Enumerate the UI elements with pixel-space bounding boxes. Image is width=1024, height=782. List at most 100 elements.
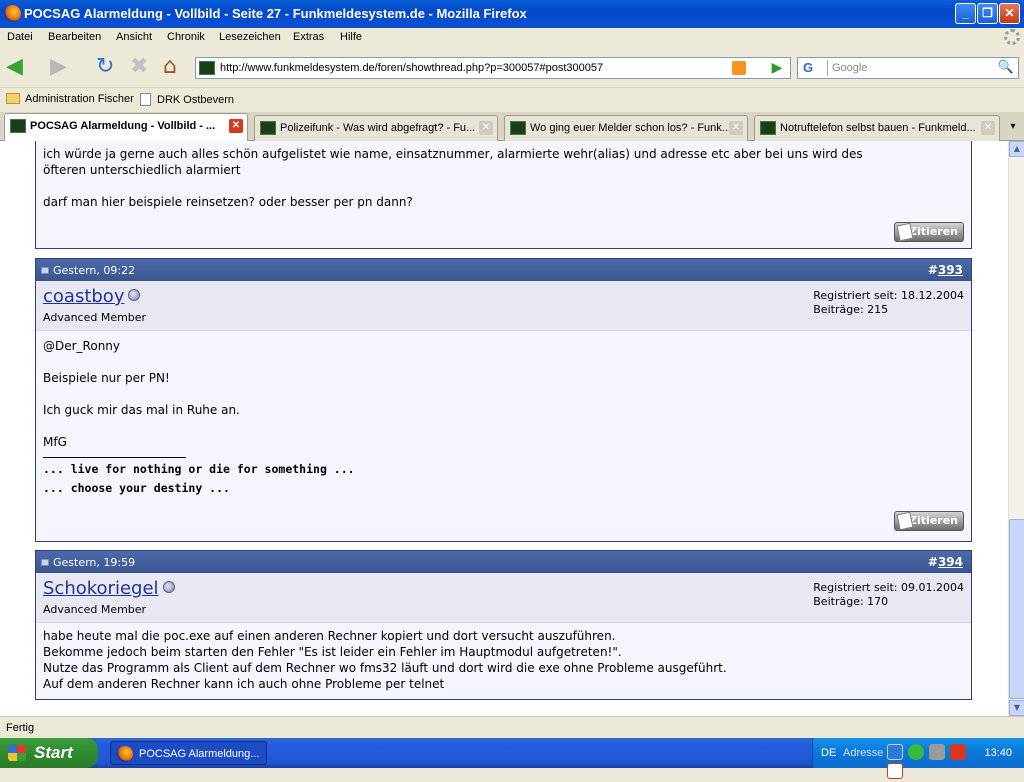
window-title-bar[interactable]: POCSAG Alarmeldung - Vollbild - Seite 27… — [0, 0, 1024, 28]
bookmark-administration-fischer[interactable]: Administration Fischer — [6, 93, 134, 105]
vertical-scrollbar[interactable]: ▲ ▼ — [1008, 141, 1024, 716]
post-date: Gestern, 09:22 — [53, 264, 136, 277]
quote-icon — [896, 222, 914, 242]
maximize-button[interactable]: ❐ — [977, 3, 998, 24]
bookmark-label: Administration Fischer — [25, 93, 134, 105]
search-input[interactable]: Google — [832, 62, 867, 74]
menu-bar: Datei Bearbeiten Ansicht Chronik Lesezei… — [0, 28, 1024, 48]
back-icon[interactable]: ◀ — [6, 55, 23, 81]
language-indicator[interactable]: DE — [821, 747, 836, 759]
post-number-link[interactable]: 393 — [938, 263, 963, 277]
tab-polizeifunk[interactable]: Polizeifunk - Was wird abgefragt? - Fu..… — [254, 115, 498, 141]
tray-settings-icon[interactable] — [929, 744, 946, 760]
stop-icon[interactable]: ✖ — [130, 55, 148, 81]
go-icon[interactable]: ▶ — [768, 59, 786, 77]
post-previous: ich würde ja gerne auch alles schön aufg… — [35, 141, 972, 249]
forward-icon[interactable]: ▶ — [50, 55, 67, 81]
start-label: Start — [34, 743, 73, 762]
page-icon — [140, 93, 151, 106]
menu-lesezeichen[interactable]: Lesezeichen — [219, 31, 281, 43]
registered-date: Registriert seit: 09.01.2004 — [813, 581, 964, 594]
tray-icons — [887, 744, 977, 779]
firefox-icon — [4, 5, 21, 22]
user-info: Schokoriegel Advanced Member Registriert… — [36, 573, 971, 623]
menu-bearbeiten[interactable]: Bearbeiten — [48, 31, 101, 43]
post-hash: # — [927, 263, 938, 277]
post-text-line: Nutze das Programm als Client auf dem Re… — [43, 661, 727, 675]
search-icon[interactable]: 🔍 — [996, 59, 1016, 77]
tab-list-icon[interactable]: ▾ — [1004, 116, 1022, 138]
address-toolbar-label[interactable]: Adresse — [843, 747, 883, 759]
signature-line: ... choose your destiny ... — [43, 481, 230, 495]
quote-button[interactable]: Zitieren — [894, 511, 964, 531]
reload-icon[interactable]: ↻ — [96, 55, 114, 81]
tab-pocsag[interactable]: POCSAG Alarmeldung - Vollbild - ... ✕ — [4, 113, 248, 141]
tab-close-icon[interactable]: ✕ — [479, 121, 493, 135]
post-date: Gestern, 19:59 — [53, 556, 136, 569]
post-header: Gestern, 19:59 #394 — [36, 551, 971, 573]
scroll-down-icon[interactable]: ▼ — [1009, 700, 1024, 716]
taskbar-item-firefox[interactable]: POCSAG Alarmeldung... — [110, 741, 267, 765]
registered-date: Registriert seit: 18.12.2004 — [813, 289, 964, 302]
tab-close-icon[interactable]: ✕ — [229, 119, 243, 133]
user-title: Advanced Member — [43, 603, 147, 616]
post-header: Gestern, 09:22 #393 — [36, 259, 971, 281]
search-engine-icon[interactable]: G — [800, 60, 828, 76]
tab-label: Notruftelefon selbst bauen - Funkmeld... — [780, 122, 976, 134]
post-icon — [41, 267, 49, 274]
user-stats: Registriert seit: 09.01.2004 Beiträge: 1… — [813, 581, 964, 609]
menu-extras[interactable]: Extras — [293, 31, 324, 43]
signature-line: ... live for nothing or die for somethin… — [43, 462, 355, 476]
post-text-line: habe heute mal die poc.exe auf einen and… — [43, 629, 616, 643]
tab-close-icon[interactable]: ✕ — [729, 121, 743, 135]
tray-antivirus-icon[interactable] — [887, 763, 903, 779]
url-bar[interactable]: http://www.funkmeldesystem.de/foren/show… — [195, 57, 791, 79]
folder-icon — [6, 93, 20, 104]
tab-close-icon[interactable]: ✕ — [981, 121, 995, 135]
close-button[interactable]: ✕ — [999, 3, 1020, 24]
tab-label: POCSAG Alarmeldung - Vollbild - ... — [30, 120, 216, 132]
signature-divider — [43, 457, 186, 458]
post-number-link[interactable]: 394 — [938, 555, 963, 569]
rss-feed-icon[interactable] — [732, 61, 746, 75]
minimize-button[interactable]: _ — [955, 3, 976, 24]
site-favicon-icon — [510, 121, 526, 135]
username-link[interactable]: Schokoriegel — [43, 578, 175, 599]
throbber-icon — [1004, 29, 1020, 45]
quote-label: Zitieren — [909, 514, 958, 527]
tab-label: Wo ging euer Melder schon los? - Funk... — [530, 122, 731, 134]
post-text-line: ich würde ja gerne auch alles schön aufg… — [43, 147, 863, 161]
site-favicon-icon — [199, 61, 215, 75]
post-text-line: darf man hier beispiele reinsetzen? oder… — [43, 195, 413, 209]
post-text-line: @Der_Ronny — [43, 339, 121, 353]
site-favicon-icon — [760, 121, 776, 135]
username-link[interactable]: coastboy — [43, 286, 141, 307]
post-count: Beiträge: 170 — [813, 595, 889, 608]
search-bar[interactable]: G Google 🔍 — [797, 57, 1019, 79]
url-text[interactable]: http://www.funkmeldesystem.de/foren/show… — [220, 62, 603, 74]
tray-globe-icon[interactable] — [908, 744, 925, 760]
post-text-line: Beispiele nur per PN! — [43, 371, 170, 385]
tray-network-icon[interactable] — [887, 744, 903, 760]
tray-shield-icon[interactable] — [950, 744, 967, 760]
tab-melder[interactable]: Wo ging euer Melder schon los? - Funk...… — [504, 115, 748, 141]
bookmark-drk-ostbevern[interactable]: DRK Ostbevern — [140, 93, 234, 106]
user-title: Advanced Member — [43, 311, 147, 324]
tab-label: Polizeifunk - Was wird abgefragt? - Fu..… — [280, 122, 476, 134]
menu-hilfe[interactable]: Hilfe — [340, 31, 362, 43]
quote-icon — [896, 511, 914, 531]
home-icon[interactable]: ⌂ — [163, 55, 177, 81]
user-info: coastboy Advanced Member Registriert sei… — [36, 281, 971, 331]
tab-notruftelefon[interactable]: Notruftelefon selbst bauen - Funkmeld...… — [754, 115, 1000, 141]
quote-button[interactable]: Zitieren — [894, 222, 964, 242]
start-button[interactable]: Start — [0, 738, 98, 768]
menu-datei[interactable]: Datei — [7, 31, 33, 43]
menu-chronik[interactable]: Chronik — [167, 31, 205, 43]
site-favicon-icon — [260, 121, 276, 135]
post-number: #393 — [928, 263, 963, 277]
clock[interactable]: 13:40 — [984, 747, 1012, 759]
scrollbar-thumb[interactable] — [1009, 519, 1024, 699]
tab-bar: POCSAG Alarmeldung - Vollbild - ... ✕ Po… — [0, 112, 1024, 141]
menu-ansicht[interactable]: Ansicht — [116, 31, 152, 43]
scroll-up-icon[interactable]: ▲ — [1009, 141, 1024, 157]
